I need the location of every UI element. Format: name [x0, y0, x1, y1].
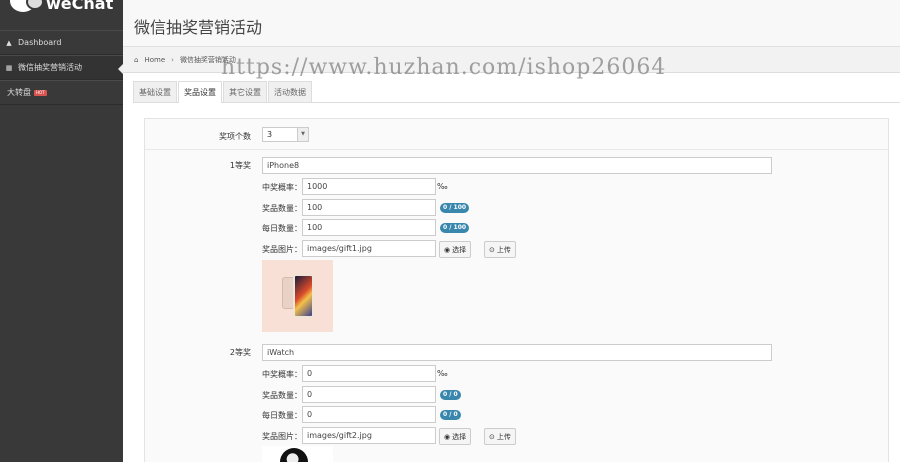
- prize-count-select[interactable]: 3 ▼: [262, 127, 309, 142]
- upload-button-label: 上传: [496, 432, 511, 441]
- eye-icon: ◉: [444, 245, 451, 254]
- prize-1-select-button[interactable]: ◉ 选择: [439, 241, 472, 258]
- prize-1-quantity-badge: 0 / 100: [440, 203, 470, 213]
- sidebar-item-wheel[interactable]: 大转盘 HOT: [0, 80, 123, 105]
- prize-2-image: [262, 446, 333, 462]
- prize-2-quantity-input[interactable]: 0: [302, 386, 436, 403]
- prize-2-probability-input[interactable]: 0: [302, 365, 436, 382]
- upload-button-label: 上传: [496, 245, 511, 254]
- prize-count-label: 奖项个数: [219, 132, 251, 141]
- prize-1-name-input[interactable]: iPhone8: [262, 157, 772, 174]
- permille-unit: ‰: [437, 182, 448, 191]
- prize-1-level: 1等奖: [229, 161, 251, 170]
- eye-icon: ◉: [444, 432, 451, 441]
- tab-other[interactable]: 其它设置: [223, 81, 267, 102]
- prize-1-daily-label: 每日数量：: [262, 224, 302, 233]
- prize-2-daily-input[interactable]: 0: [302, 406, 436, 423]
- prize-settings-panel: 奖项个数 3 ▼ 1等奖 iPhone8 中奖概率： 1000 ‰ 奖品数量： …: [144, 118, 889, 462]
- permille-unit: ‰: [437, 369, 448, 378]
- prize-2-daily-badge: 0 / 0: [440, 410, 461, 420]
- prize-1-probability-input[interactable]: 1000: [302, 178, 436, 195]
- prize-2-quantity-badge: 0 / 0: [440, 390, 461, 400]
- phone-front-image: [293, 274, 314, 318]
- prize-1-image-label: 奖品图片：: [262, 245, 302, 254]
- chevron-right-icon: ›: [171, 55, 174, 64]
- tab-prizes[interactable]: 奖品设置: [178, 81, 222, 103]
- upload-icon: ⊙: [489, 245, 495, 254]
- prize-count-value: 3: [267, 130, 273, 139]
- prize-2-upload-button[interactable]: ⊙ 上传: [484, 428, 516, 445]
- tab-basic[interactable]: 基础设置: [133, 81, 177, 102]
- page-title: 微信抽奖营销活动: [123, 0, 900, 47]
- wechat-logo: weChat: [0, 0, 123, 30]
- prize-1-upload-button[interactable]: ⊙ 上传: [484, 241, 516, 258]
- select-button-label: 选择: [452, 245, 467, 254]
- prize-2-probability-label: 中奖概率：: [262, 370, 302, 379]
- prize-1-image: [262, 260, 333, 332]
- logo-text: weChat: [46, 0, 114, 13]
- chevron-down-icon: ▼: [297, 128, 308, 141]
- breadcrumb-current: 微信抽奖营销活动: [179, 55, 236, 64]
- watch-image: [280, 448, 308, 462]
- home-icon: ⌂: [134, 55, 139, 64]
- sidebar-item-label: Dashboard: [18, 38, 62, 47]
- prize-1-quantity-label: 奖品数量：: [262, 204, 302, 213]
- prize-2-image-label: 奖品图片：: [262, 432, 302, 441]
- sidebar-item-lottery[interactable]: ▦ 微信抽奖营销活动: [0, 55, 124, 80]
- sidebar-item-label: 大转盘: [7, 88, 31, 97]
- breadcrumb: ⌂ Home › 微信抽奖营销活动: [123, 47, 900, 73]
- prize-2-name-input[interactable]: iWatch: [262, 344, 772, 361]
- main-content: 微信抽奖营销活动 ⌂ Home › 微信抽奖营销活动 https://www.h…: [123, 0, 900, 462]
- tab-bar: 基础设置 奖品设置 其它设置 活动数据: [133, 81, 900, 103]
- sidebar-item-label: 微信抽奖营销活动: [18, 63, 82, 72]
- select-button-label: 选择: [452, 432, 467, 441]
- breadcrumb-home[interactable]: Home: [144, 56, 165, 64]
- home-icon: ▲: [6, 38, 12, 47]
- prize-2-daily-label: 每日数量：: [262, 411, 302, 420]
- hot-badge: HOT: [34, 89, 47, 96]
- prize-2-quantity-label: 奖品数量：: [262, 391, 302, 400]
- prize-2-image-input[interactable]: images/gift2.jpg: [302, 427, 436, 444]
- sidebar: weChat ▲ Dashboard ▦ 微信抽奖营销活动 大转盘 HOT: [0, 0, 124, 462]
- prize-1-probability-label: 中奖概率：: [262, 183, 302, 192]
- prize-1-quantity-input[interactable]: 100: [302, 199, 436, 216]
- prize-1-daily-input[interactable]: 100: [302, 219, 436, 236]
- tab-data[interactable]: 活动数据: [268, 81, 312, 102]
- upload-icon: ⊙: [489, 432, 495, 441]
- prize-count-row: 奖项个数 3 ▼: [145, 127, 888, 150]
- sidebar-item-dashboard[interactable]: ▲ Dashboard: [0, 30, 123, 55]
- prize-2-level: 2等奖: [229, 348, 251, 357]
- prize-2-select-button[interactable]: ◉ 选择: [439, 428, 472, 445]
- grid-icon: ▦: [5, 63, 13, 72]
- prize-1-image-input[interactable]: images/gift1.jpg: [302, 240, 436, 257]
- prize-1-daily-badge: 0 / 100: [440, 223, 470, 233]
